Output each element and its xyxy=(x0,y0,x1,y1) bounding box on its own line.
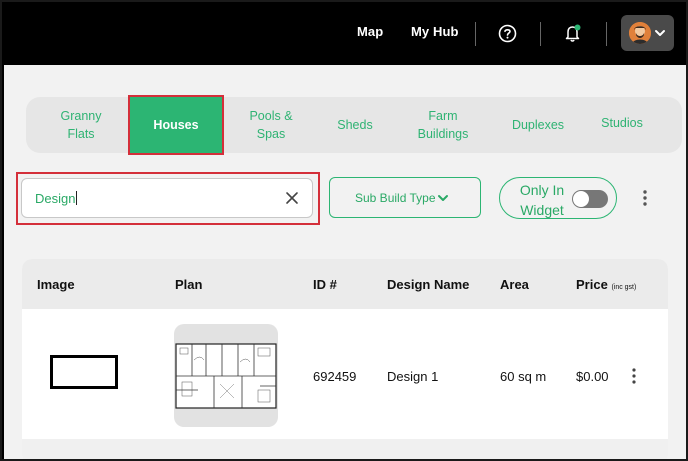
widget-toggle-label: Only In xyxy=(519,182,565,198)
floor-plan-thumbnail[interactable] xyxy=(174,324,278,427)
tab-granny-flats[interactable]: Granny Flats xyxy=(39,97,123,153)
price-note: (inc gst) xyxy=(611,284,637,291)
column-header-area: Area xyxy=(500,277,529,292)
toggle-knob xyxy=(573,191,589,207)
tab-duplexes[interactable]: Duplexes xyxy=(496,97,580,153)
chevron-down-icon xyxy=(437,191,449,209)
more-options-icon[interactable] xyxy=(640,189,650,212)
column-header-plan: Plan xyxy=(175,277,203,292)
divider xyxy=(606,22,607,46)
close-icon[interactable] xyxy=(285,191,299,210)
column-header-image: Image xyxy=(37,277,75,292)
nav-link-map[interactable]: Map xyxy=(357,24,383,39)
column-header-design-name: Design Name xyxy=(387,277,470,292)
design-image-placeholder[interactable] xyxy=(50,355,118,389)
only-in-widget-toggle[interactable]: Only In Widget xyxy=(499,177,617,219)
search-input-value: Design xyxy=(35,191,76,206)
app-window: Map My Hub Granny Flats Houses Pools & Spa… xyxy=(0,0,688,461)
column-header-price: Price (inc gst) xyxy=(576,277,637,292)
tab-sheds[interactable]: Sheds xyxy=(319,97,391,153)
floor-plan-icon xyxy=(175,343,277,409)
table-header: Image Plan ID # Design Name Area Price (… xyxy=(22,259,668,309)
build-type-tabs: Granny Flats Houses Pools & Spas Sheds Far… xyxy=(26,95,682,155)
table-footer xyxy=(22,439,668,459)
bell-icon[interactable] xyxy=(563,23,583,48)
divider xyxy=(540,22,541,46)
tab-pools-spas[interactable]: Pools & Spas xyxy=(231,97,311,153)
designs-table: Image Plan ID # Design Name Area Price (… xyxy=(22,259,668,459)
column-header-id: ID # xyxy=(313,277,337,292)
nav-link-my-hub[interactable]: My Hub xyxy=(411,24,459,39)
chevron-down-icon xyxy=(654,26,666,44)
text-caret xyxy=(76,191,78,205)
sub-build-type-label: Sub Build Type xyxy=(355,191,436,205)
row-more-options-icon[interactable] xyxy=(629,367,639,390)
design-name: Design 1 xyxy=(387,369,439,384)
design-id: 692459 xyxy=(313,369,357,384)
design-area: 60 sq m xyxy=(500,369,547,384)
sub-build-type-dropdown[interactable]: Sub Build Type xyxy=(329,177,481,218)
tab-studios[interactable]: Studios xyxy=(586,95,658,151)
table-row[interactable]: 692459 Design 1 60 sq m $0.00 xyxy=(22,309,668,439)
account-menu-button[interactable] xyxy=(621,15,674,51)
tab-houses[interactable]: Houses xyxy=(128,95,224,155)
design-price: $0.00 xyxy=(576,369,609,384)
toggle-switch[interactable] xyxy=(572,190,608,208)
search-input[interactable]: Design xyxy=(21,178,313,218)
help-icon[interactable] xyxy=(498,24,517,48)
top-navigation-bar: Map My Hub xyxy=(2,2,686,65)
avatar xyxy=(629,22,651,44)
main-content: Granny Flats Houses Pools & Spas Sheds Far… xyxy=(4,65,686,459)
tab-farm-buildings[interactable]: Farm Buildings xyxy=(400,97,486,153)
divider xyxy=(475,22,476,46)
